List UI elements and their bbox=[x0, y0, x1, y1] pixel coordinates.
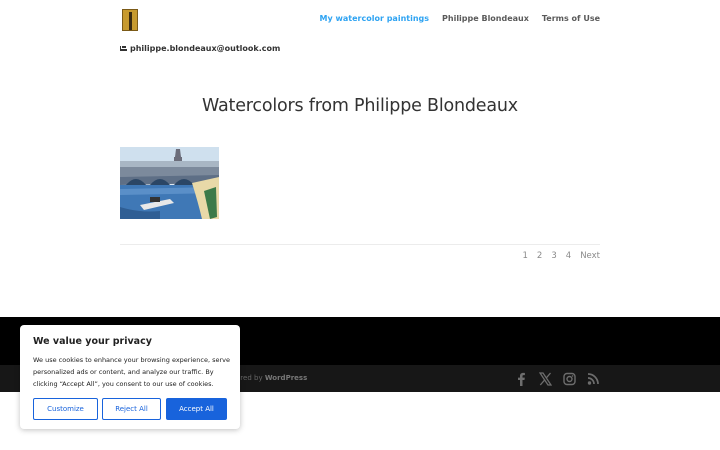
social-icons bbox=[515, 371, 600, 386]
nav-item-terms-of-use[interactable]: Terms of Use bbox=[542, 14, 600, 23]
watercolor-bridge-image bbox=[120, 147, 219, 219]
page-link-next[interactable]: Next bbox=[580, 251, 600, 261]
nav-item-watercolor-paintings[interactable]: My watercolor paintings bbox=[320, 14, 429, 23]
nav-item-philippe-blondeaux[interactable]: Philippe Blondeaux bbox=[442, 14, 529, 23]
facebook-icon[interactable] bbox=[515, 371, 528, 386]
painting-thumbnail[interactable] bbox=[120, 147, 219, 219]
page-link-2[interactable]: 2 bbox=[537, 251, 542, 261]
contact-email: philippe.blondeaux@outlook.com bbox=[120, 44, 280, 53]
envelope-icon bbox=[120, 46, 127, 51]
main-nav: My watercolor paintings Philippe Blondea… bbox=[320, 14, 600, 23]
cookie-consent-banner: We value your privacy We use cookies to … bbox=[20, 325, 240, 429]
page-link-3[interactable]: 3 bbox=[551, 251, 556, 261]
wordpress-link[interactable]: WordPress bbox=[265, 374, 307, 382]
instagram-icon[interactable] bbox=[563, 371, 576, 386]
pagination: 1 2 3 4 Next bbox=[523, 251, 601, 261]
reject-all-button[interactable]: Reject All bbox=[102, 398, 161, 420]
email-text[interactable]: philippe.blondeaux@outlook.com bbox=[130, 44, 280, 53]
page: My watercolor paintings Philippe Blondea… bbox=[0, 0, 720, 450]
customize-button[interactable]: Customize bbox=[33, 398, 98, 420]
page-title: Watercolors from Philippe Blondeaux bbox=[202, 96, 518, 116]
cookie-text: We use cookies to enhance your browsing … bbox=[33, 356, 230, 388]
page-link-1[interactable]: 1 bbox=[523, 251, 528, 261]
content-divider bbox=[120, 244, 600, 245]
x-icon[interactable] bbox=[538, 371, 553, 386]
footer-credit: ered by WordPress bbox=[236, 374, 307, 382]
cookie-title: We value your privacy bbox=[33, 336, 152, 347]
accept-all-button[interactable]: Accept All bbox=[166, 398, 227, 420]
rss-icon[interactable] bbox=[587, 371, 600, 385]
page-link-4[interactable]: 4 bbox=[566, 251, 571, 261]
site-logo[interactable] bbox=[122, 9, 138, 31]
site-header: My watercolor paintings Philippe Blondea… bbox=[0, 0, 720, 62]
